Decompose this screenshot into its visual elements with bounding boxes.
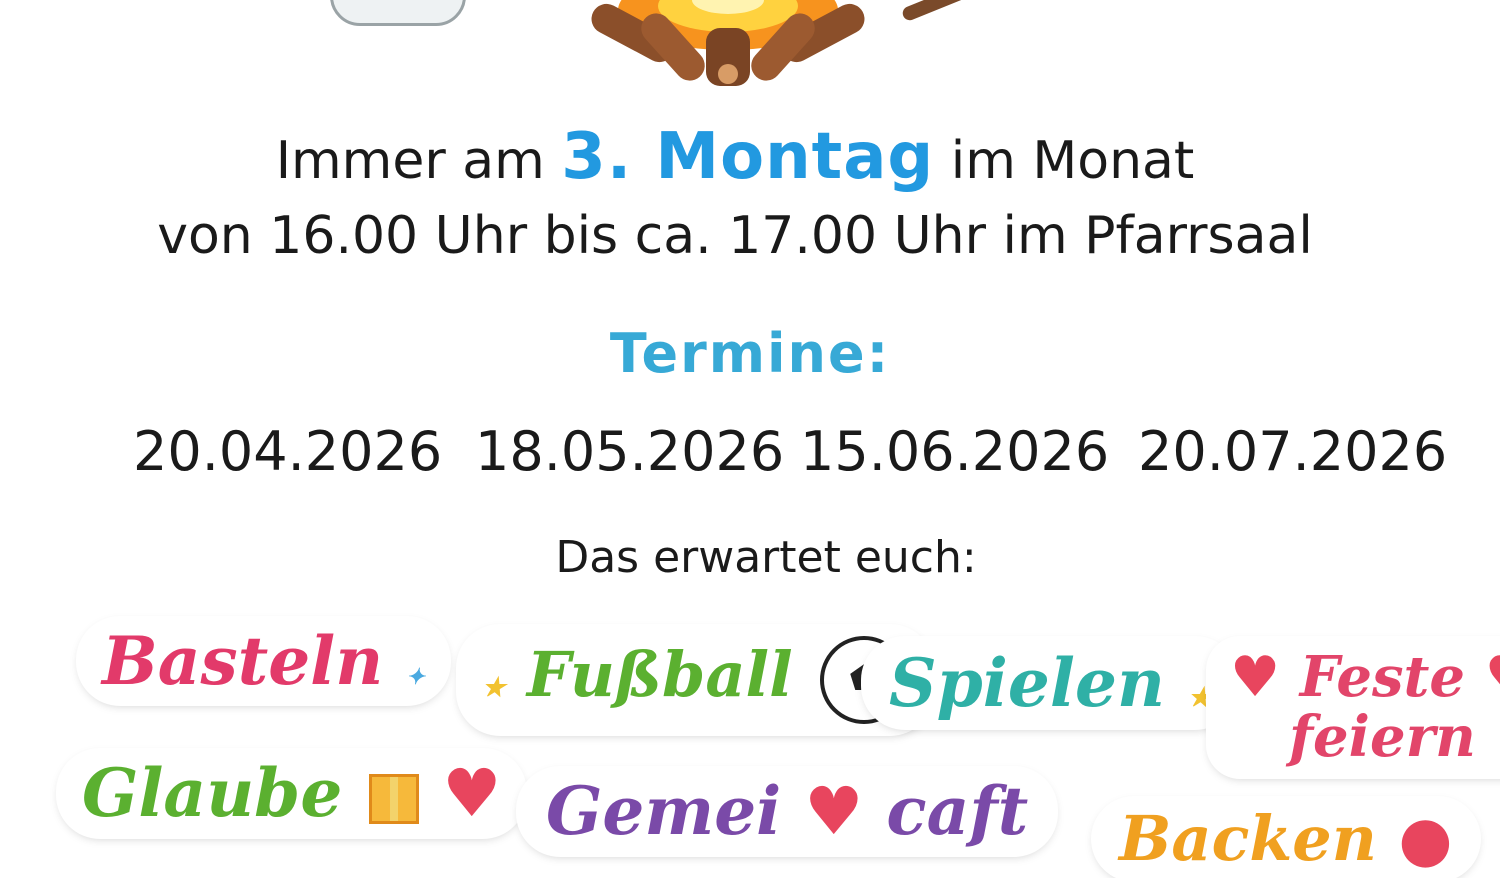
sticker-label: Basteln	[102, 622, 384, 700]
termine-heading: Termine:	[609, 322, 891, 385]
sparkle-icon: ✦	[406, 664, 425, 690]
sticker-label: Feste	[1299, 644, 1466, 710]
heart-icon: ♥	[442, 755, 502, 832]
schedule-line-2: von 16.00 Uhr bis ca. 17.00 Uhr im Pfarr…	[157, 206, 1313, 266]
date-item: 20.07.2026	[1138, 420, 1448, 483]
sticker-label: Fußball	[526, 638, 793, 711]
date-item: 20.04.2026	[133, 420, 443, 483]
sticker-label: Glaube	[82, 754, 343, 832]
sticker-label: Spielen	[889, 644, 1165, 722]
expect-heading: Das erwartet euch:	[555, 532, 977, 583]
stick-icon	[900, 0, 990, 23]
schedule-suffix: im Monat	[950, 131, 1195, 191]
cup-icon	[330, 0, 466, 26]
date-item: 18.05.2026	[475, 420, 785, 483]
sticker-spielen: Spielen ★	[865, 640, 1236, 726]
sticker-backen: Backen ●	[1095, 800, 1477, 878]
sticker-basteln: Basteln ✦	[80, 620, 447, 702]
sparkle-icon: ★	[482, 673, 506, 703]
sticker-label: Backen	[1119, 802, 1377, 875]
schedule-prefix: Immer am	[275, 131, 545, 191]
sticker-feste-feiern: ♥ Feste ♥ feiern	[1210, 640, 1500, 775]
heart-icon: ♥	[1230, 645, 1281, 710]
sticker-label: Gemei	[546, 772, 782, 850]
campfire-icon	[591, 0, 865, 86]
schedule-line-1: Immer am 3. Montag im Monat	[0, 120, 1470, 194]
date-item: 15.06.2026	[800, 420, 1110, 483]
candy-icon: ●	[1398, 802, 1453, 875]
sticker-gemeinschaft: Gemei ♥ caft	[520, 770, 1055, 853]
sparkle-icon: ★	[1187, 683, 1212, 713]
schedule-highlight: 3. Montag	[561, 120, 935, 194]
sticker-glaube: Glaube ♥	[60, 752, 524, 835]
sticker-fussball: ★ Fußball	[460, 628, 931, 732]
sticker-label: caft	[886, 772, 1029, 850]
handshake-heart-icon: ♥	[804, 773, 864, 850]
heart-icon: ♥	[1485, 645, 1500, 710]
sticker-label: feiern	[1288, 703, 1476, 770]
gift-icon	[369, 774, 420, 824]
